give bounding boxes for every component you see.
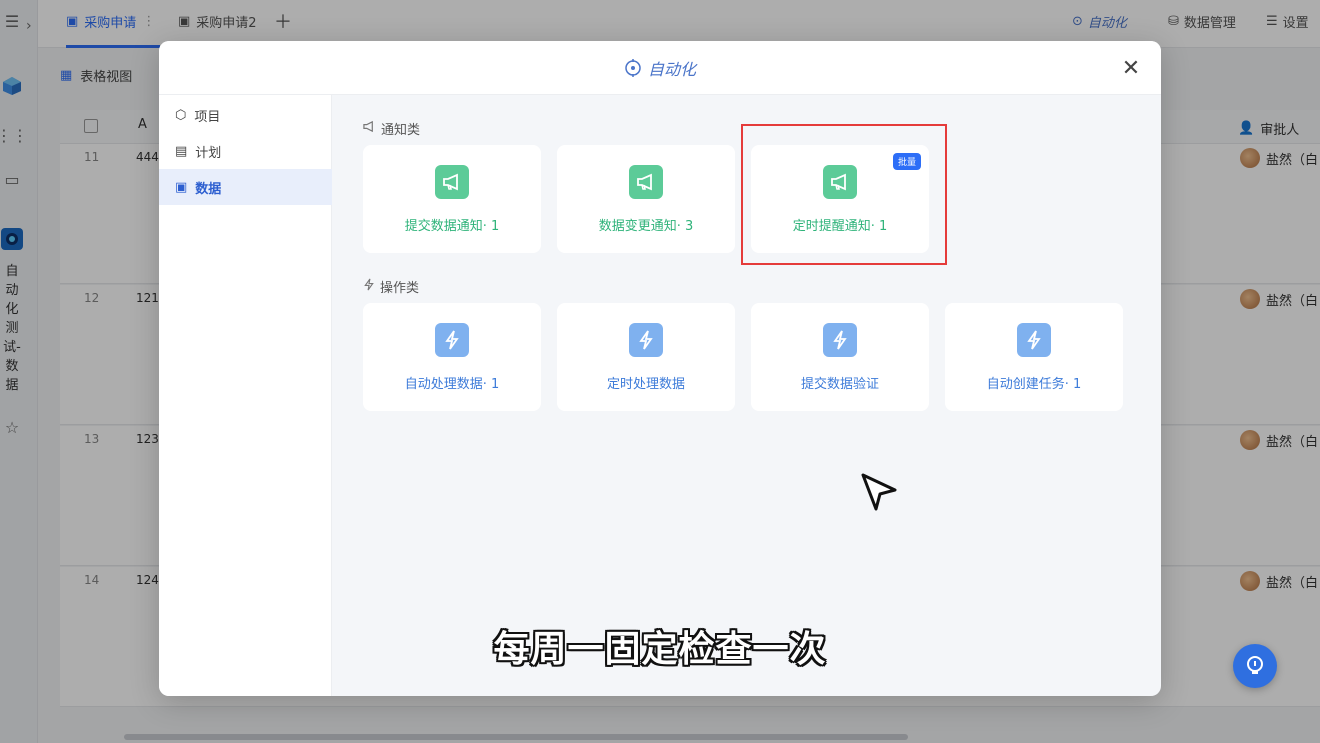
lightning-icon — [435, 323, 469, 357]
close-icon: ✕ — [1121, 55, 1141, 81]
calendar-icon: ▤ — [175, 143, 188, 159]
lightning-icon — [823, 323, 857, 357]
automation-dialog: 自动化 ✕ ⬡ 项目 ▤ 计划 ▣ 数据 通知类 提交数据通知· 1 数据变更通… — [159, 41, 1161, 696]
megaphone-icon — [629, 165, 663, 199]
video-subtitle: 每周一固定检查一次 — [493, 629, 827, 670]
cube-icon: ⬡ — [175, 107, 187, 123]
document-icon: ▣ — [175, 179, 188, 195]
close-button[interactable]: ✕ — [1119, 55, 1143, 81]
category-sidebar: ⬡ 项目 ▤ 计划 ▣ 数据 — [159, 95, 332, 696]
dialog-header: 自动化 ✕ — [159, 41, 1161, 95]
help-button[interactable] — [1233, 644, 1277, 688]
section-notify-label: 通知类 — [363, 119, 420, 138]
section-action-label: 操作类 — [363, 277, 419, 296]
card-data-change-notify[interactable]: 数据变更通知· 3 — [557, 145, 735, 253]
megaphone-icon — [363, 120, 376, 137]
lightning-icon — [1017, 323, 1051, 357]
megaphone-icon — [435, 165, 469, 199]
dialog-title: 自动化 — [647, 59, 696, 79]
mouse-cursor-icon — [861, 473, 897, 511]
card-auto-process-data[interactable]: 自动处理数据· 1 — [363, 303, 541, 411]
lightning-icon — [629, 323, 663, 357]
highlight-box — [741, 124, 947, 265]
sidebar-item-project[interactable]: ⬡ 项目 — [159, 97, 332, 133]
lightbulb-icon — [1247, 656, 1263, 674]
lightning-icon — [363, 278, 375, 295]
card-scheduled-process-data[interactable]: 定时处理数据 — [557, 303, 735, 411]
card-submit-data-notify[interactable]: 提交数据通知· 1 — [363, 145, 541, 253]
sidebar-item-data[interactable]: ▣ 数据 — [159, 169, 332, 205]
card-auto-create-task[interactable]: 自动创建任务· 1 — [945, 303, 1123, 411]
automation-icon — [625, 58, 641, 77]
card-submit-data-validation[interactable]: 提交数据验证 — [751, 303, 929, 411]
sidebar-item-plan[interactable]: ▤ 计划 — [159, 133, 332, 169]
